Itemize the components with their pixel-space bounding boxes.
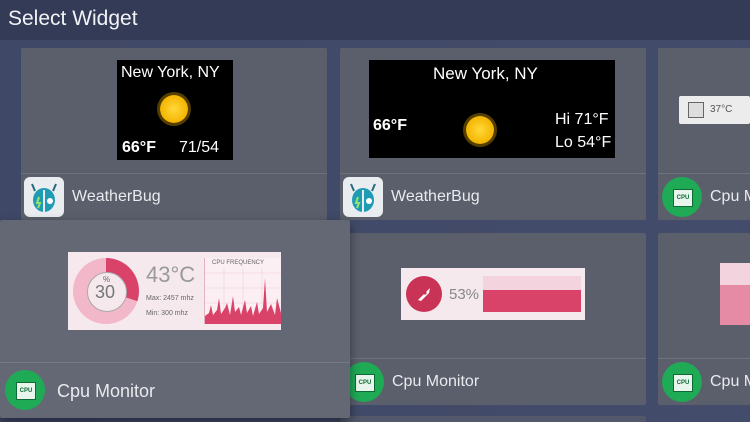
current-temp: 66°F xyxy=(373,117,407,134)
rocket-icon xyxy=(406,276,442,312)
app-name-label: WeatherBug xyxy=(391,188,480,205)
city-label: New York, NY xyxy=(433,64,538,83)
app-name-label: Cpu M xyxy=(710,373,750,390)
cpu-monitor-icon: CPU xyxy=(662,177,702,217)
weatherbug-icon xyxy=(343,177,383,217)
ring-value: 30 xyxy=(95,282,116,302)
card-divider xyxy=(0,362,350,363)
weather-preview: New York, NY 66°F Hi 71°F Lo 54°F xyxy=(369,60,615,158)
widget-card-cpu-selected[interactable]: % 30 43°C Max: 2457 mhz Min: 300 mhz CPU… xyxy=(0,220,350,418)
widget-card-weatherbug-wide[interactable]: New York, NY 66°F Hi 71°F Lo 54°F Weathe… xyxy=(340,48,646,220)
app-name-label: Cpu M xyxy=(710,188,750,205)
card-divider xyxy=(340,173,646,174)
widget-card-cpu-partial-top[interactable]: 37°C CPU Cpu M xyxy=(658,48,750,220)
cpu-monitor-preview: % 30 43°C Max: 2457 mhz Min: 300 mhz CPU… xyxy=(68,252,281,330)
weather-preview: New York, NY 66°F 71/54 xyxy=(117,60,233,160)
chip-icon xyxy=(688,102,704,118)
app-name-label: WeatherBug xyxy=(72,188,161,205)
card-divider xyxy=(658,358,750,359)
cpu-percent-preview: 53% xyxy=(401,268,585,320)
cpu-monitor-icon: CPU xyxy=(5,370,45,410)
sun-icon xyxy=(160,95,188,123)
cpu-temp-label: 43°C xyxy=(146,262,196,287)
cpu-monitor-icon: CPU xyxy=(662,362,702,402)
widget-card-bottom-peek[interactable] xyxy=(340,416,646,422)
widget-card-cpu-middle[interactable]: 53% CPU Cpu Monitor xyxy=(340,233,646,405)
low-temp: Lo 54°F xyxy=(555,134,612,151)
widget-card-cpu-partial-bottom[interactable]: CPU Cpu M xyxy=(658,233,750,405)
cpu-frequency-graph: CPU FREQUENCY xyxy=(204,258,281,324)
card-divider xyxy=(340,358,646,359)
weatherbug-icon xyxy=(24,177,64,217)
card-divider xyxy=(658,173,750,174)
hi-lo-temp: 71/54 xyxy=(179,139,220,156)
top-bar: Select Widget xyxy=(0,0,750,40)
cpu-temp-preview: 37°C xyxy=(679,96,750,124)
sun-icon xyxy=(466,116,494,144)
cpu-temp-label: 37°C xyxy=(710,104,733,115)
cpu-graph-preview xyxy=(720,263,750,325)
cpu-percent-label: 53% xyxy=(449,286,480,303)
cpu-usage-bar xyxy=(483,276,581,312)
page-title: Select Widget xyxy=(8,7,138,30)
widget-card-weatherbug-small[interactable]: New York, NY 66°F 71/54 WeatherBug xyxy=(21,48,327,220)
high-temp: Hi 71°F xyxy=(555,111,609,128)
max-freq: Max: 2457 mhz xyxy=(146,295,194,302)
min-freq: Min: 300 mhz xyxy=(146,310,189,317)
app-name-label: Cpu Monitor xyxy=(392,373,480,390)
app-name-label: Cpu Monitor xyxy=(57,381,156,401)
cpu-monitor-icon: CPU xyxy=(344,362,384,402)
city-label: New York, NY xyxy=(121,64,220,81)
card-divider xyxy=(21,173,327,174)
current-temp: 66°F xyxy=(122,139,156,156)
